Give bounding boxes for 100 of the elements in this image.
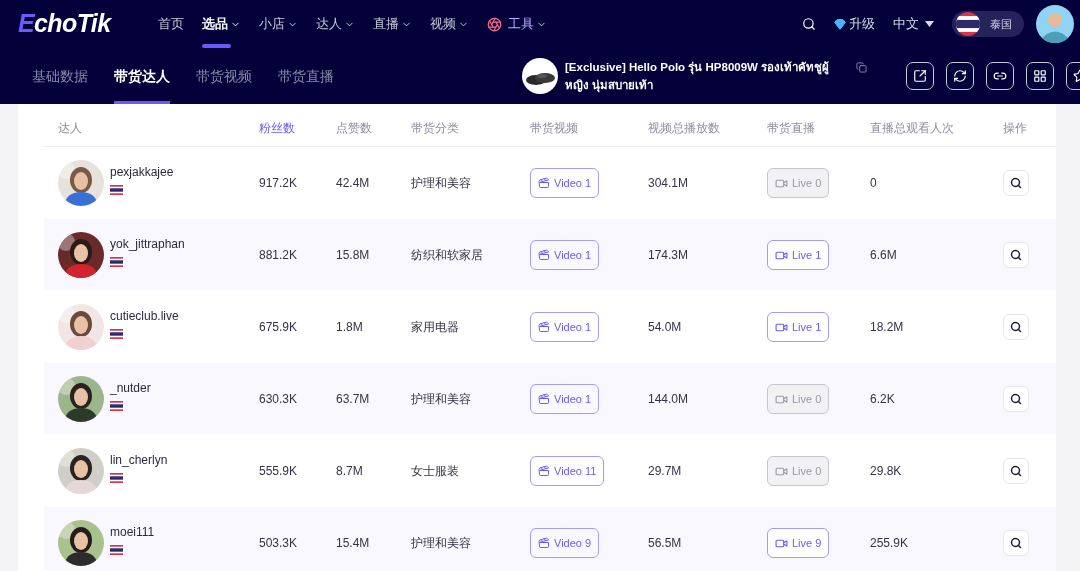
- creator-name[interactable]: yok_jittraphan: [110, 235, 185, 253]
- thai-flag-icon: [110, 473, 123, 483]
- creator-name[interactable]: _nutder: [110, 379, 151, 397]
- column-header[interactable]: 直播总观看人次: [870, 119, 1003, 137]
- column-header[interactable]: 操作: [1003, 119, 1056, 137]
- thai-flag-icon: [956, 12, 980, 36]
- live-button[interactable]: Live 1: [767, 240, 830, 270]
- column-header[interactable]: 带货直播: [767, 119, 870, 137]
- tab[interactable]: 带货直播: [278, 48, 334, 104]
- video-button[interactable]: Video 11: [530, 456, 605, 486]
- table-cell-text: 144.0M: [648, 391, 690, 408]
- table-cell-text: 0: [870, 175, 878, 192]
- logo[interactable]: EchoTik: [18, 5, 158, 43]
- search-button[interactable]: [1003, 242, 1029, 268]
- thai-flag-icon: [110, 401, 123, 411]
- table-cell-text: 675.9K: [259, 319, 299, 336]
- table-cell-text: 15.8M: [336, 247, 371, 264]
- search-button[interactable]: [1003, 170, 1029, 196]
- link-icon: [993, 69, 1007, 83]
- thai-flag-icon: [110, 329, 123, 339]
- apps-button[interactable]: [1026, 62, 1054, 90]
- thai-flag-icon: [110, 257, 123, 267]
- table-cell-text: 555.9K: [259, 463, 299, 480]
- table-cell-text: 护理和美容: [411, 391, 472, 408]
- video-button[interactable]: Video 1: [530, 168, 600, 198]
- table-cell-text: 503.3K: [259, 535, 299, 552]
- live-button[interactable]: Live 9: [767, 528, 830, 558]
- language-selector[interactable]: 中文: [893, 14, 934, 34]
- upgrade-button[interactable]: 升级: [834, 14, 875, 34]
- table-cell-text: 6.2K: [870, 391, 896, 408]
- link-button[interactable]: [986, 62, 1014, 90]
- selected-indicator: [114, 101, 170, 104]
- grid-icon: [1033, 69, 1047, 83]
- search-icon: [1010, 393, 1022, 405]
- table-cell-text: 1.8M: [336, 319, 364, 336]
- refresh-button[interactable]: [946, 62, 974, 90]
- table-cell-text: 护理和美容: [411, 175, 472, 192]
- video-button[interactable]: Video 9: [530, 528, 600, 558]
- creator-name[interactable]: moei111: [110, 523, 155, 541]
- table-cell-text: 255.9K: [870, 535, 910, 552]
- video-button[interactable]: Video 1: [530, 240, 600, 270]
- search-icon: [1010, 177, 1022, 189]
- table-cell-text: 917.2K: [259, 175, 299, 192]
- nav-item[interactable]: 选品: [202, 0, 241, 48]
- tab[interactable]: 带货达人: [114, 48, 170, 104]
- nav-item[interactable]: 工具: [487, 0, 547, 48]
- tab[interactable]: 带货视频: [196, 48, 252, 104]
- table-cell-text: 8.7M: [336, 463, 364, 480]
- search-icon: [1010, 537, 1022, 549]
- table-cell-text: 女士服装: [411, 463, 460, 480]
- video-button[interactable]: Video 1: [530, 384, 600, 414]
- nav-item[interactable]: 达人: [316, 0, 355, 48]
- table-cell-text: 304.1M: [648, 175, 690, 192]
- nav-item[interactable]: 首页: [158, 0, 184, 48]
- table-cell-text: 54.0M: [648, 319, 683, 336]
- copy-icon[interactable]: [856, 62, 867, 73]
- search-button[interactable]: [1003, 458, 1029, 484]
- search-button[interactable]: [1003, 530, 1029, 556]
- table-cell-text: 29.8K: [870, 463, 903, 480]
- table-cell-text: 63.7M: [336, 391, 371, 408]
- column-header[interactable]: 点赞数: [336, 119, 411, 137]
- share-button[interactable]: [906, 62, 934, 90]
- creator-name[interactable]: cutieclub.live: [110, 307, 179, 325]
- search-button[interactable]: [1003, 314, 1029, 340]
- creator-name[interactable]: lin_cherlyn: [110, 451, 168, 469]
- table-cell-text: 56.5M: [648, 535, 683, 552]
- table-cell-text: 家用电器: [411, 319, 460, 336]
- refresh-icon: [953, 69, 967, 83]
- share-icon: [913, 69, 927, 83]
- nav-item[interactable]: 视频: [430, 0, 469, 48]
- video-button[interactable]: Video 1: [530, 312, 600, 342]
- search-icon: [1010, 465, 1022, 477]
- search-icon[interactable]: [802, 17, 816, 31]
- table-cell-text: 630.3K: [259, 391, 299, 408]
- thai-flag-icon: [110, 545, 123, 555]
- nav-item[interactable]: 小店: [259, 0, 298, 48]
- search-icon: [1010, 249, 1022, 261]
- table-cell-text: 纺织和软家居: [411, 247, 484, 264]
- product-title: [Exclusive] Hello Polo รุ่น HP8009W รองเท้าคัทชูผู้หญิง นุ่มสบายเท้า: [565, 60, 831, 94]
- column-header[interactable]: 带货视频: [530, 119, 648, 137]
- thai-flag-icon: [110, 185, 123, 195]
- search-button[interactable]: [1003, 386, 1029, 412]
- table-cell-text: 881.2K: [259, 247, 299, 264]
- table-cell-text: 42.4M: [336, 175, 371, 192]
- column-header[interactable]: 达人: [44, 119, 259, 137]
- nav-item[interactable]: 直播: [373, 0, 412, 48]
- diamond-icon: [834, 18, 846, 30]
- tab[interactable]: 基础数据: [32, 48, 88, 104]
- live-button[interactable]: Live 1: [767, 312, 830, 342]
- column-header[interactable]: 带货分类: [411, 119, 530, 137]
- user-avatar[interactable]: [1036, 5, 1074, 43]
- country-selector[interactable]: 泰国: [952, 11, 1024, 37]
- table-cell-text: 15.4M: [336, 535, 371, 552]
- creator-name[interactable]: pexjakkajee: [110, 163, 174, 181]
- table-cell-text: 护理和美容: [411, 535, 472, 552]
- table-cell-text: 174.3M: [648, 247, 690, 264]
- column-header[interactable]: 粉丝数: [259, 119, 336, 137]
- column-header[interactable]: 视频总播放数: [648, 119, 767, 137]
- caret-icon: [925, 21, 934, 27]
- table-cell-text: 29.7M: [648, 463, 683, 480]
